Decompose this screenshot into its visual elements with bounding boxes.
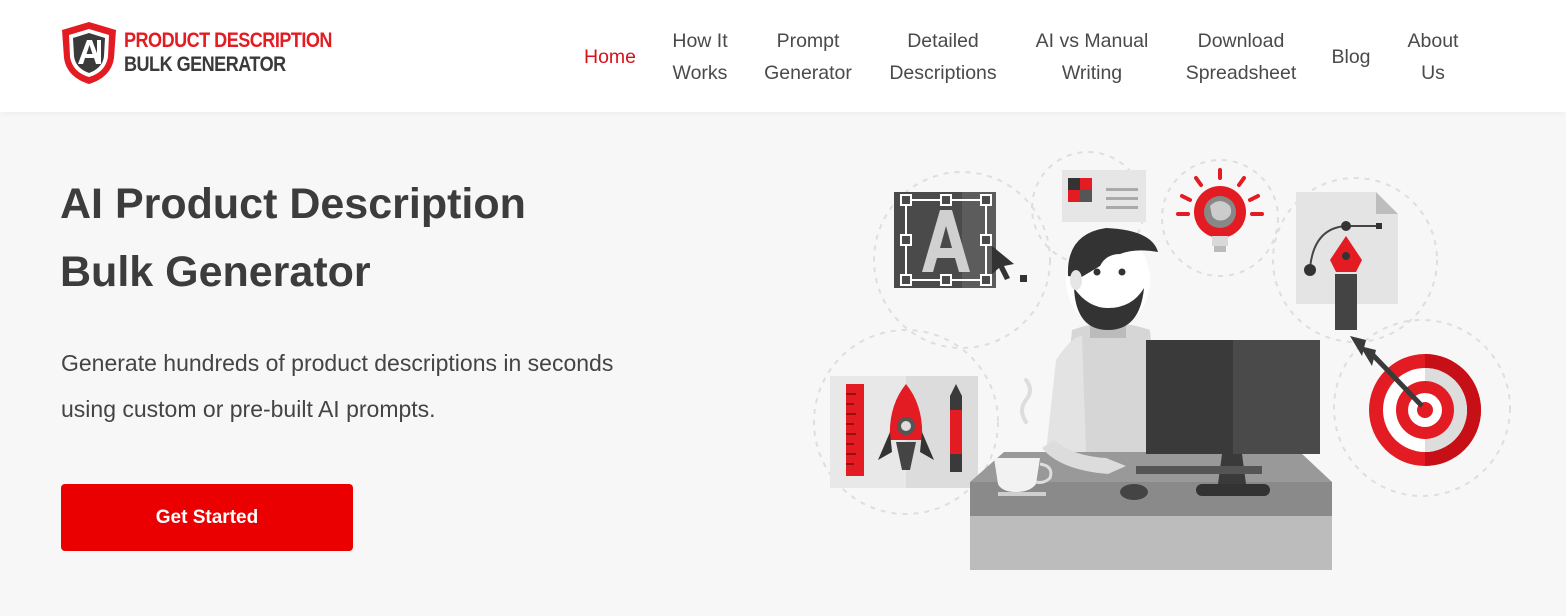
pen-tool-icon — [1296, 192, 1398, 330]
hero-subtitle: Generate hundreds of product description… — [61, 340, 741, 432]
logo-line-1: PRODUCT DESCRIPTION — [124, 29, 332, 52]
hero-illustration — [813, 151, 1511, 570]
shield-logo-icon — [62, 22, 116, 84]
hero-title-line-1: AI Product Description — [60, 180, 526, 228]
nav-blog[interactable]: Blog — [1320, 22, 1382, 92]
idea-bulb-icon — [1176, 168, 1264, 252]
rocket-icon — [830, 376, 978, 488]
nav-detailed-descriptions[interactable]: Detailed Descriptions — [876, 22, 1010, 92]
hero-title: AI Product Description Bulk Generator — [60, 170, 680, 306]
nav-how-it-works[interactable]: How It Works — [660, 22, 740, 92]
nav-home[interactable]: Home — [572, 22, 648, 92]
nav-prompt-generator[interactable]: Prompt Generator — [752, 22, 864, 92]
site-header: PRODUCT DESCRIPTION BULK GENERATOR Home … — [0, 0, 1566, 112]
typography-icon — [894, 192, 1027, 288]
get-started-button[interactable]: Get Started — [61, 484, 353, 551]
hero-subtitle-line-2: using custom or pre-built AI prompts. — [61, 396, 436, 422]
hero-title-line-2: Bulk Generator — [60, 248, 371, 296]
nav-about-us[interactable]: About Us — [1394, 22, 1472, 92]
site-logo[interactable]: PRODUCT DESCRIPTION BULK GENERATOR — [58, 20, 332, 86]
image-card-icon — [1062, 170, 1146, 222]
nav-ai-vs-manual-writing[interactable]: AI vs Manual Writing — [1022, 22, 1162, 92]
nav-download-spreadsheet[interactable]: Download Spreadsheet — [1174, 22, 1308, 92]
target-icon — [1350, 336, 1481, 466]
hero-subtitle-line-1: Generate hundreds of product description… — [61, 350, 614, 376]
logo-line-2: BULK GENERATOR — [124, 53, 286, 76]
